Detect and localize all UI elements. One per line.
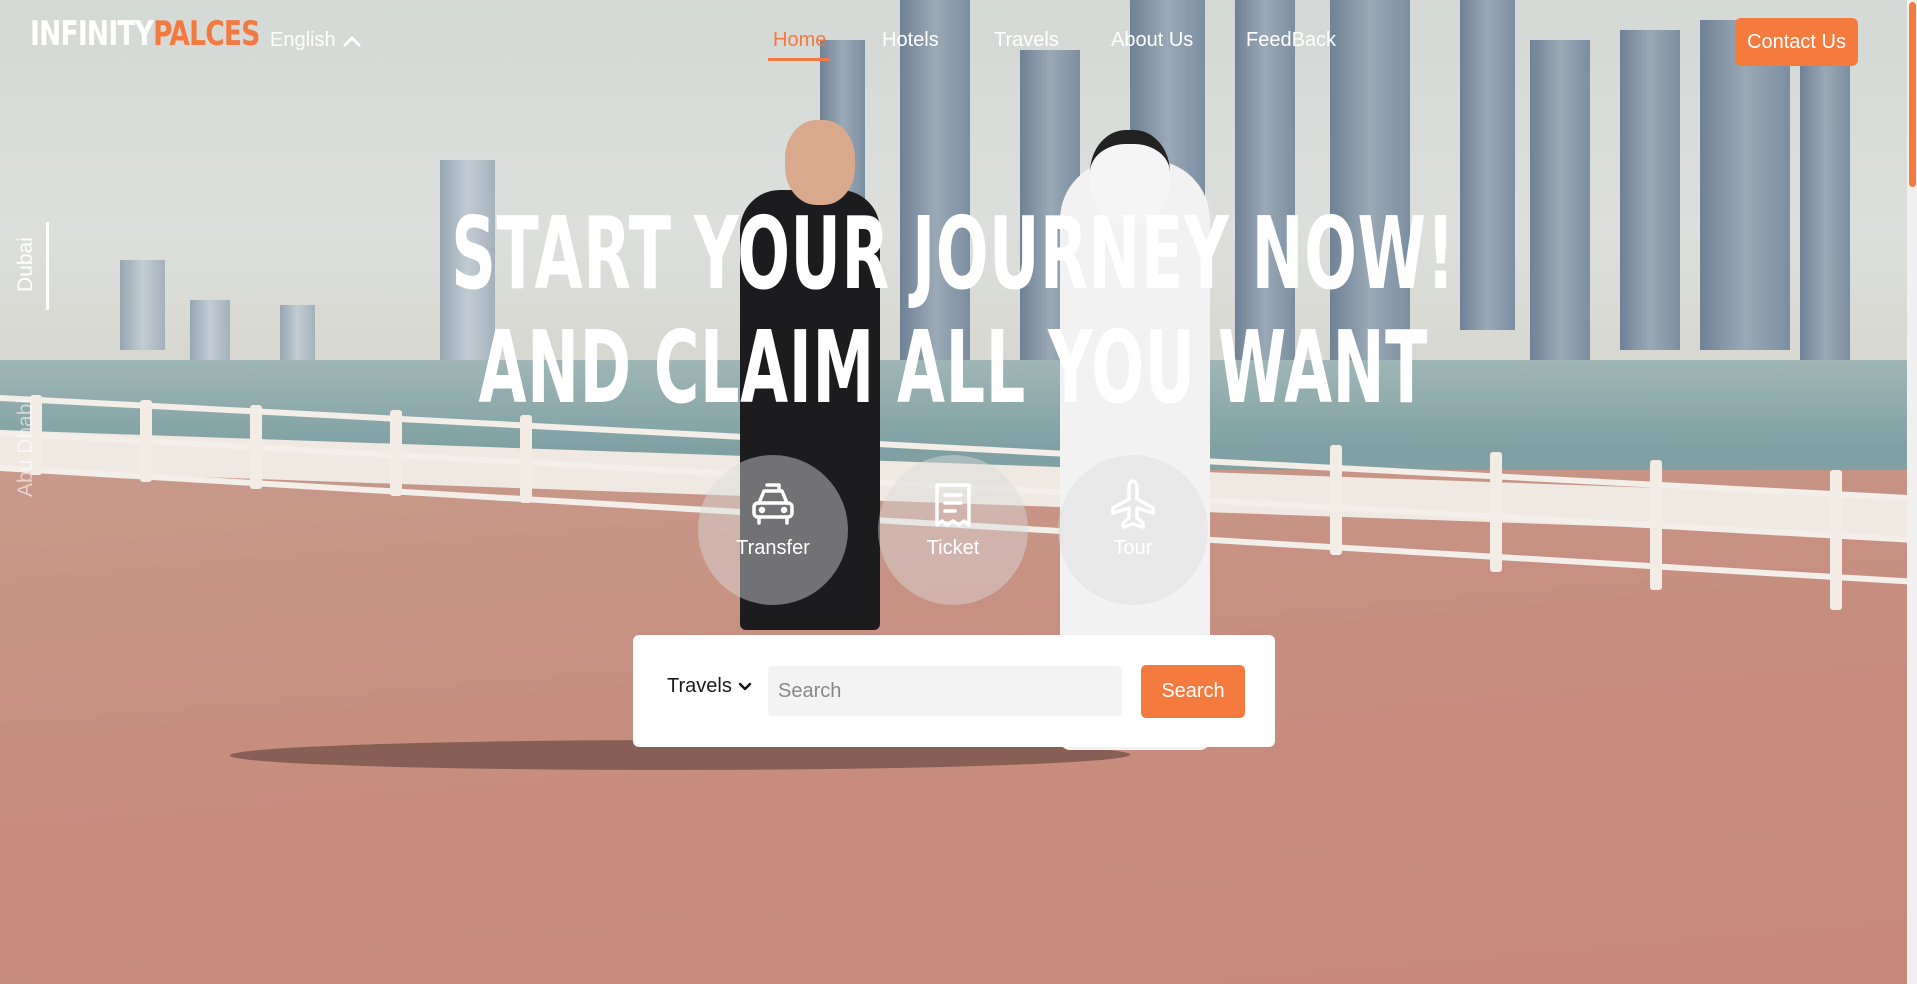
hero-title-line2: AND CLAIM ALL YOU WANT — [478, 309, 1429, 426]
contact-us-button[interactable]: Contact Us — [1735, 18, 1858, 66]
side-location-indicator — [46, 222, 49, 310]
category-tour-label: Tour — [1113, 537, 1153, 559]
nav-home[interactable]: Home — [773, 29, 826, 52]
logo[interactable]: INFINITYPALCES — [30, 14, 260, 54]
nav-hotels[interactable]: Hotels — [882, 29, 939, 52]
language-selector[interactable]: English — [270, 29, 362, 52]
nav-active-indicator — [768, 58, 830, 61]
category-ticket-button[interactable]: Ticket — [878, 455, 1028, 605]
logo-text-primary: INFINITY — [30, 14, 154, 54]
category-tour-button[interactable]: Tour — [1058, 455, 1208, 605]
search-type-dropdown[interactable]: Travels — [667, 675, 752, 698]
side-location-current[interactable]: Dubai — [14, 237, 38, 292]
car-icon — [752, 483, 794, 525]
hero-title-line1: START YOUR JOURNEY NOW! — [451, 195, 1456, 312]
nav-feedback[interactable]: FeedBack — [1246, 29, 1336, 52]
nav-travels[interactable]: Travels — [994, 29, 1059, 52]
ticket-icon — [935, 483, 971, 527]
search-button[interactable]: Search — [1141, 665, 1245, 718]
side-location-next[interactable]: Abu Dhabi — [14, 399, 38, 497]
logo-text-accent: PALCES — [153, 14, 260, 54]
language-label: English — [270, 29, 336, 51]
nav-about-us[interactable]: About Us — [1111, 29, 1193, 52]
chevron-down-icon — [738, 682, 752, 690]
airplane-icon — [1111, 479, 1155, 529]
search-type-label: Travels — [667, 675, 732, 697]
category-ticket-label: Ticket — [926, 537, 980, 559]
search-panel: Travels Search — [633, 635, 1275, 747]
category-transfer-label: Transfer — [736, 537, 810, 559]
chevron-up-icon — [343, 36, 361, 46]
search-input[interactable] — [768, 666, 1122, 716]
scrollbar-thumb[interactable] — [1909, 2, 1916, 187]
category-transfer-button[interactable]: Transfer — [698, 455, 848, 605]
